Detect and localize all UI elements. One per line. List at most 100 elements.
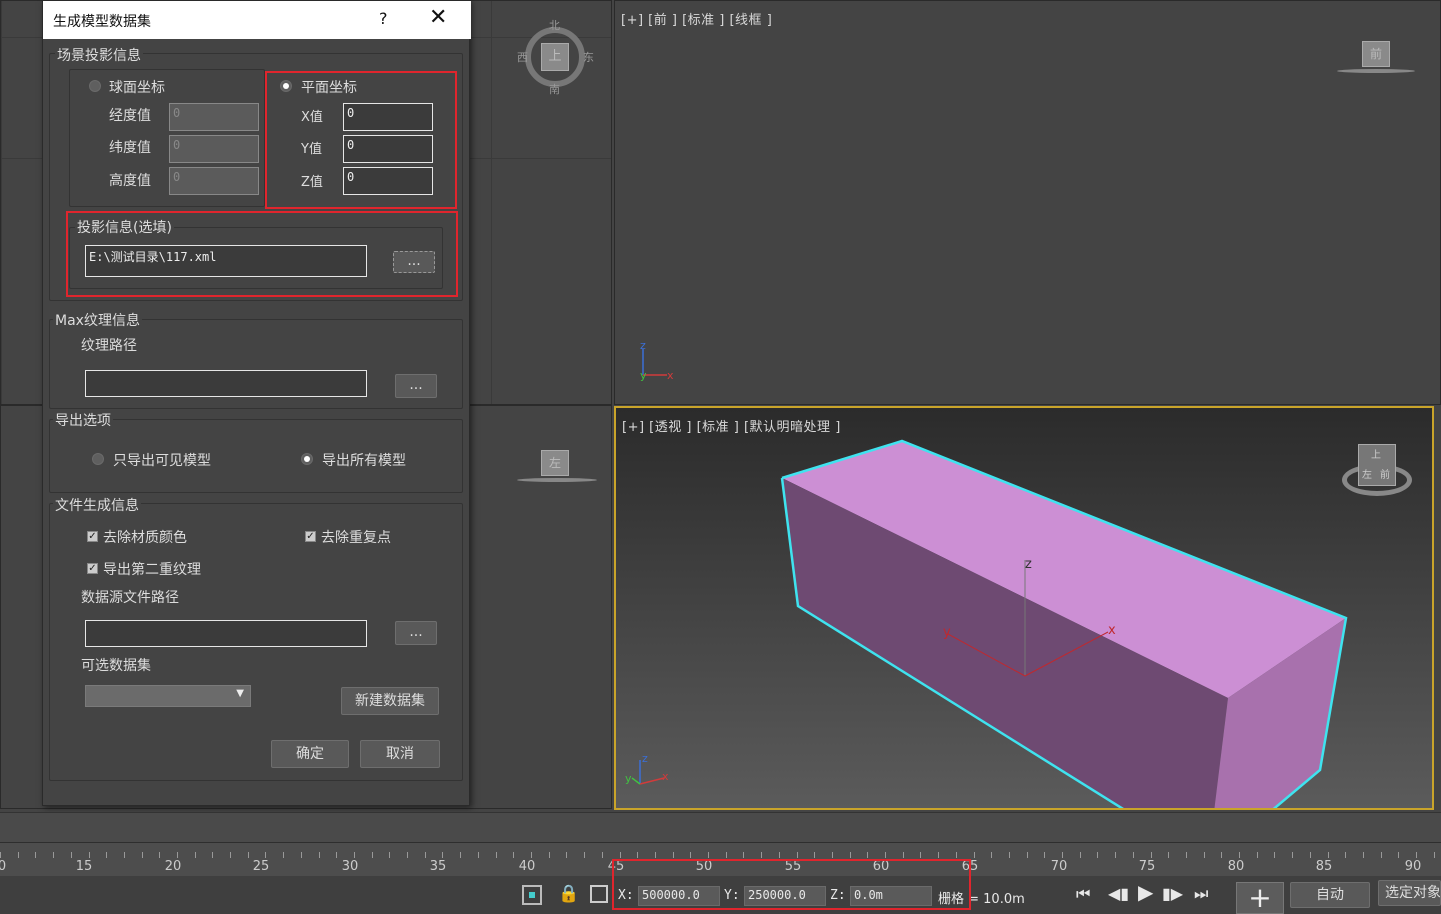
ruler-tick	[319, 852, 320, 858]
absolute-mode-icon[interactable]	[590, 885, 608, 903]
go-to-end-button[interactable]: ⏭	[1194, 884, 1208, 904]
ruler-tick	[1310, 852, 1311, 858]
ruler-tick	[974, 852, 975, 858]
ruler-label: 80	[1227, 859, 1245, 874]
next-frame-button[interactable]: ▮▶	[1162, 884, 1183, 903]
ruler-tick	[336, 852, 337, 858]
play-button[interactable]: ▶	[1138, 880, 1153, 904]
longitude-field[interactable]: 0	[169, 103, 259, 131]
ruler-tick	[832, 852, 833, 858]
add-key-button[interactable]: +	[1236, 882, 1284, 914]
ruler-label: 0	[0, 859, 7, 874]
ruler-tick	[425, 852, 426, 858]
ruler-label: 35	[429, 859, 447, 874]
ruler-tick	[779, 852, 780, 858]
axis-x-label: x	[662, 770, 669, 783]
viewcube-left[interactable]: 左	[515, 446, 599, 488]
ruler-tick	[1097, 852, 1098, 858]
axis-z-label: z	[640, 341, 646, 352]
altitude-field[interactable]: 0	[169, 167, 259, 195]
auto-key-button[interactable]: 自动	[1290, 882, 1370, 908]
generate-dataset-dialog: 生成模型数据集 ? ✕ 场景投影信息 球面坐标 经度值 纬度值 高度值 0 0 …	[42, 0, 471, 806]
export-all-radio[interactable]	[301, 453, 313, 465]
gizmo-z-label: z	[1025, 557, 1032, 572]
viewcube-front[interactable]: 前	[1337, 37, 1417, 77]
lock-icon[interactable]: 🔒	[558, 884, 579, 904]
ruler-tick	[673, 852, 674, 858]
ruler-tick	[1062, 852, 1063, 858]
latitude-field[interactable]: 0	[169, 135, 259, 163]
ruler-tick	[407, 852, 408, 858]
cancel-button[interactable]: 取消	[360, 740, 440, 768]
ruler-tick	[230, 852, 231, 858]
axis-tripod-perspective: z y x	[625, 752, 669, 785]
dialog-titlebar[interactable]: 生成模型数据集 ? ✕	[43, 1, 471, 39]
optional-dataset-dropdown[interactable]: ▼	[85, 685, 251, 707]
export-second-texture-checkbox[interactable]: ✓	[87, 563, 98, 574]
ruler-tick	[1416, 852, 1417, 858]
ruler-tick	[655, 852, 656, 858]
box-object[interactable]: z x y	[616, 408, 1434, 810]
ruler-tick	[106, 852, 107, 858]
texture-path-field[interactable]	[85, 370, 367, 397]
viewport-front[interactable]: [+] [前 ] [标准 ] [线框 ] 前 z y x	[614, 0, 1441, 405]
ruler-tick	[1204, 852, 1205, 858]
selected-objects-dropdown[interactable]: 选定对象	[1378, 880, 1441, 906]
ruler-tick	[1328, 852, 1329, 858]
new-dataset-button[interactable]: 新建数据集	[341, 687, 439, 715]
texture-browse-button[interactable]: ...	[395, 374, 437, 398]
remove-duplicate-points-checkbox[interactable]: ✓	[305, 531, 316, 542]
viewport-perspective[interactable]: [+] [透视 ] [标准 ] [默认明暗处理 ] z x y 上 左 前 z …	[614, 406, 1434, 810]
gizmo-x-label: x	[1108, 623, 1116, 638]
ruler-tick	[177, 852, 178, 858]
ruler-tick	[195, 852, 196, 858]
ruler-tick	[797, 852, 798, 858]
ruler-tick	[18, 852, 19, 858]
ok-button[interactable]: 确定	[271, 740, 349, 768]
ruler-tick	[1186, 852, 1187, 858]
viewcube-face-front: 前	[1380, 470, 1390, 481]
ruler-label: 20	[164, 859, 182, 874]
previous-frame-button[interactable]: ◀▮	[1108, 884, 1129, 903]
viewcube-compass[interactable]: 上 北 西 东 南	[517, 19, 594, 96]
source-path-field[interactable]	[85, 620, 367, 647]
ruler-tick	[708, 852, 709, 858]
ruler-tick	[761, 852, 762, 858]
ruler-tick	[389, 852, 390, 858]
compass-east: 东	[583, 51, 594, 64]
ruler-tick	[637, 852, 638, 858]
ruler-tick	[1080, 852, 1081, 858]
ruler-tick	[513, 852, 514, 858]
go-to-start-button[interactable]: ⏮	[1076, 884, 1090, 904]
ruler-label: 70	[1050, 859, 1068, 874]
ruler-tick	[71, 852, 72, 858]
ruler-tick	[1009, 852, 1010, 858]
viewport-front-label[interactable]: [+] [前 ] [标准 ] [线框 ]	[621, 9, 772, 28]
help-button[interactable]: ?	[379, 9, 388, 28]
gizmo-y-label: y	[943, 625, 951, 640]
viewcube-face-left: 左	[1362, 470, 1372, 481]
texture-group-label: Max纹理信息	[53, 310, 142, 330]
ruler-tick	[35, 852, 36, 858]
export-visible-radio[interactable]	[92, 453, 104, 465]
viewcube-perspective[interactable]: 上 左 前	[1340, 442, 1416, 502]
source-browse-button[interactable]: ...	[395, 621, 437, 645]
remove-material-color-checkbox[interactable]: ✓	[87, 531, 98, 542]
viewcube-face-top: 上	[1371, 450, 1381, 461]
ruler-tick	[142, 852, 143, 858]
ruler-tick	[496, 852, 497, 858]
viewcube-top-face: 上	[541, 43, 569, 71]
source-path-label: 数据源文件路径	[81, 590, 179, 606]
ruler-label: 75	[1138, 859, 1156, 874]
spherical-radio[interactable]	[89, 80, 101, 92]
axis-x-label: x	[667, 369, 674, 381]
ruler-tick	[1257, 852, 1258, 858]
ruler-tick	[602, 852, 603, 858]
time-slider[interactable]	[0, 812, 1441, 842]
zoom-extents-icon[interactable]	[522, 885, 542, 905]
ruler-tick	[956, 852, 957, 858]
ruler-tick	[212, 852, 213, 858]
close-button[interactable]: ✕	[429, 5, 447, 30]
ruler-label: 85	[1315, 859, 1333, 874]
dialog-title: 生成模型数据集	[53, 14, 151, 30]
